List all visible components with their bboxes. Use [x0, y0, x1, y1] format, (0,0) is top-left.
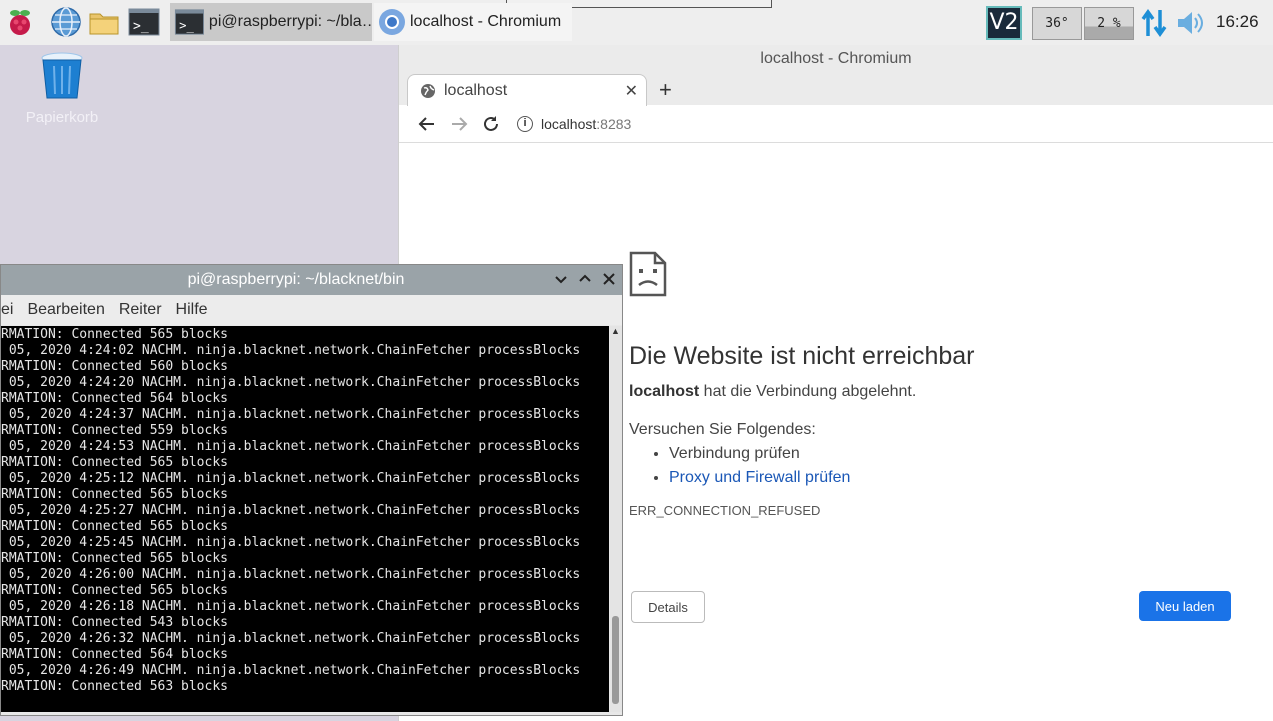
- vnc-server-icon[interactable]: V2: [986, 6, 1022, 40]
- reload-icon: [484, 115, 498, 131]
- tab-title: localhost: [444, 81, 508, 99]
- maximize-icon[interactable]: [577, 271, 593, 287]
- reload-page-button[interactable]: Neu laden: [1139, 591, 1231, 621]
- error-code: ERR_CONNECTION_REFUSED: [629, 503, 821, 518]
- terminal-line: 05, 2020 4:25:12 NACHM. ninja.blacknet.n…: [1, 471, 581, 486]
- terminal-line: RMATION: Connected 563 blocks: [1, 679, 228, 694]
- reload-button[interactable]: [475, 109, 507, 139]
- taskbar-item-label: pi@raspberrypi: ~/bla…: [208, 13, 372, 30]
- window-title: localhost - Chromium: [399, 45, 1273, 73]
- taskbar: >_ >_ pi@raspberrypi: ~/bla… localhost -…: [0, 0, 1273, 45]
- terminal-line: RMATION: Connected 565 blocks: [1, 487, 228, 502]
- close-icon[interactable]: ✕: [625, 81, 638, 101]
- terminal-line: RMATION: Connected 565 blocks: [1, 327, 228, 342]
- details-button[interactable]: Details: [631, 591, 705, 623]
- terminal-line: RMATION: Connected 559 blocks: [1, 423, 228, 438]
- minimize-icon[interactable]: [553, 271, 569, 287]
- sad-page-icon: [629, 251, 667, 297]
- taskbar-item-chromium[interactable]: localhost - Chromium: [374, 3, 572, 41]
- suggestion-item: Verbindung prüfen: [669, 445, 1239, 463]
- terminal-line: RMATION: Connected 560 blocks: [1, 359, 228, 374]
- terminal-line: RMATION: Connected 565 blocks: [1, 583, 228, 598]
- suggestions-list: Verbindung prüfen Proxy und Firewall prü…: [669, 445, 1239, 487]
- trash-label: Papierkorb: [25, 109, 99, 126]
- terminal-line: RMATION: Connected 565 blocks: [1, 551, 228, 566]
- terminal-scrollbar[interactable]: ▲: [610, 326, 622, 712]
- cpu-temperature-monitor[interactable]: 36°: [1032, 7, 1082, 40]
- terminal-line: 05, 2020 4:26:18 NACHM. ninja.blacknet.n…: [1, 599, 581, 614]
- suggestions-heading: Versuchen Sie Folgendes:: [629, 421, 816, 438]
- browser-toolbar: i localhost:8283: [399, 105, 1273, 143]
- suggestion-item: Proxy und Firewall prüfen: [669, 469, 1239, 487]
- back-arrow-icon: [418, 116, 434, 131]
- terminal-line: 05, 2020 4:24:02 NACHM. ninja.blacknet.n…: [1, 343, 581, 358]
- globe-icon: [421, 83, 435, 98]
- proxy-firewall-link[interactable]: Proxy und Firewall prüfen: [669, 469, 850, 486]
- svg-text:>_: >_: [179, 19, 194, 33]
- terminal-output[interactable]: RMATION: Connected 565 blocks 05, 2020 4…: [1, 326, 609, 712]
- taskbar-item-terminal[interactable]: >_ pi@raspberrypi: ~/bla…: [170, 3, 372, 41]
- scroll-thumb[interactable]: [612, 616, 619, 704]
- menu-edit[interactable]: Bearbeiten: [27, 301, 104, 319]
- terminal-line: 05, 2020 4:24:53 NACHM. ninja.blacknet.n…: [1, 439, 581, 454]
- forward-arrow-icon: [452, 116, 468, 131]
- terminal-line: 05, 2020 4:24:20 NACHM. ninja.blacknet.n…: [1, 375, 581, 390]
- terminal-line: 05, 2020 4:25:27 NACHM. ninja.blacknet.n…: [1, 503, 581, 518]
- close-icon[interactable]: [601, 271, 617, 287]
- menu-tabs[interactable]: Reiter: [119, 301, 162, 319]
- info-icon[interactable]: i: [517, 115, 533, 132]
- raspberry-menu-icon[interactable]: [4, 6, 36, 38]
- trash-icon: [41, 52, 83, 99]
- terminal-launcher-icon[interactable]: >_: [128, 6, 160, 38]
- taskbar-item-label: localhost - Chromium: [410, 13, 562, 30]
- terminal-line: RMATION: Connected 543 blocks: [1, 615, 228, 630]
- svg-text:>_: >_: [133, 19, 149, 34]
- terminal-window: pi@raspberrypi: ~/blacknet/bin ei Bearbe…: [0, 264, 623, 716]
- volume-icon[interactable]: [1176, 10, 1206, 36]
- cpu-usage-monitor[interactable]: 2 %: [1084, 7, 1134, 40]
- terminal-line: 05, 2020 4:25:45 NACHM. ninja.blacknet.n…: [1, 535, 581, 550]
- menu-help[interactable]: Hilfe: [176, 301, 208, 319]
- file-manager-icon[interactable]: [88, 6, 120, 38]
- chromium-icon: [379, 9, 405, 35]
- terminal-line: 05, 2020 4:26:00 NACHM. ninja.blacknet.n…: [1, 567, 581, 582]
- terminal-line: RMATION: Connected 564 blocks: [1, 647, 228, 662]
- url-host: localhost: [541, 115, 597, 132]
- url-port: :8283: [596, 115, 632, 132]
- web-browser-icon[interactable]: [50, 6, 82, 38]
- terminal-title: pi@raspberrypi: ~/blacknet/bin: [187, 271, 405, 288]
- address-bar[interactable]: i localhost:8283: [517, 115, 632, 132]
- clock[interactable]: 16:26: [1216, 12, 1259, 32]
- terminal-line: 05, 2020 4:26:32 NACHM. ninja.blacknet.n…: [1, 631, 581, 646]
- error-title: Die Website ist nicht erreichbar: [629, 342, 975, 370]
- terminal-icon: >_: [174, 9, 204, 35]
- new-tab-icon[interactable]: +: [659, 77, 672, 103]
- terminal-line: 05, 2020 4:24:37 NACHM. ninja.blacknet.n…: [1, 407, 581, 422]
- vnc-label: V2: [989, 10, 1019, 35]
- terminal-line: RMATION: Connected 565 blocks: [1, 455, 228, 470]
- error-page: Die Website ist nicht erreichbar localho…: [629, 251, 1239, 518]
- network-arrows-icon[interactable]: [1140, 8, 1168, 38]
- error-host: localhost: [629, 383, 700, 400]
- terminal-line: RMATION: Connected 564 blocks: [1, 391, 228, 406]
- error-description-text: hat die Verbindung abgelehnt.: [699, 383, 917, 400]
- back-button[interactable]: [411, 109, 443, 139]
- forward-button[interactable]: [443, 109, 475, 139]
- desktop-icon-trash[interactable]: Papierkorb: [22, 50, 102, 126]
- tab-strip: localhost ✕ +: [399, 73, 1273, 106]
- error-description: localhost hat die Verbindung abgelehnt.: [629, 383, 1239, 401]
- browser-tab[interactable]: localhost ✕: [407, 74, 647, 106]
- terminal-titlebar[interactable]: pi@raspberrypi: ~/blacknet/bin: [1, 265, 622, 295]
- terminal-line: RMATION: Connected 565 blocks: [1, 519, 228, 534]
- terminal-menubar: ei Bearbeiten Reiter Hilfe: [1, 295, 622, 325]
- terminal-line: 05, 2020 4:26:49 NACHM. ninja.blacknet.n…: [1, 663, 581, 678]
- scroll-up-icon[interactable]: ▲: [611, 326, 620, 336]
- menu-file[interactable]: ei: [1, 301, 13, 319]
